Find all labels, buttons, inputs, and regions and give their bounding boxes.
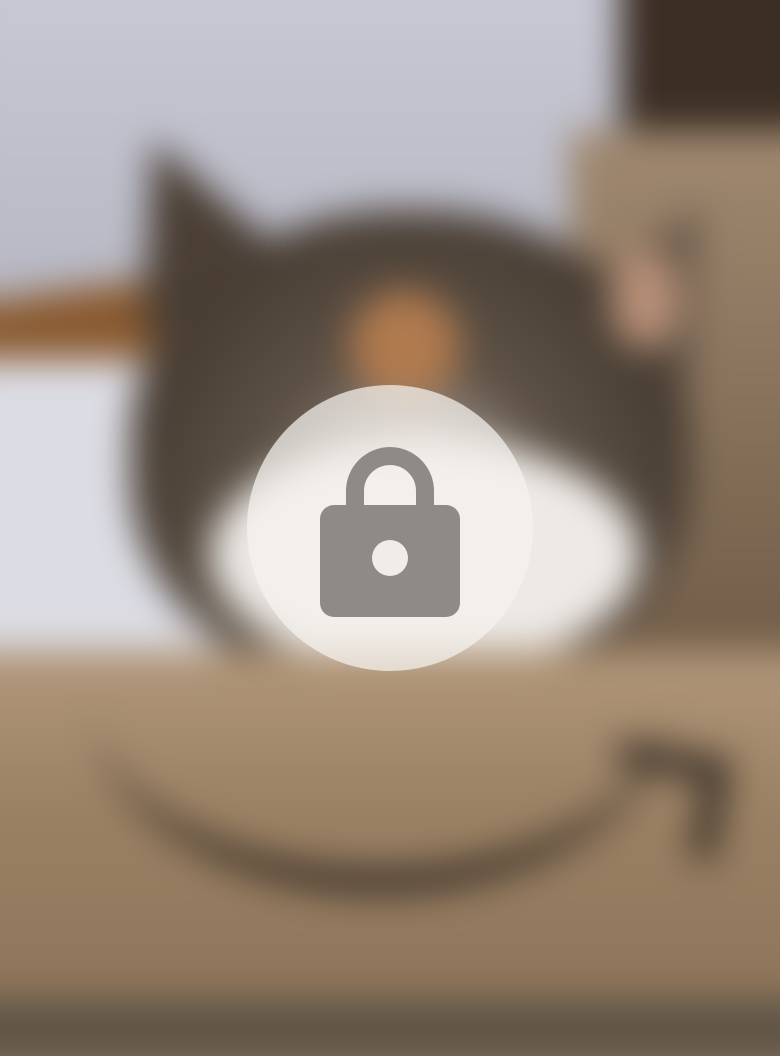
locked-media-viewer — [0, 0, 780, 1056]
unlock-button[interactable] — [247, 385, 533, 671]
lock-icon — [320, 447, 460, 617]
